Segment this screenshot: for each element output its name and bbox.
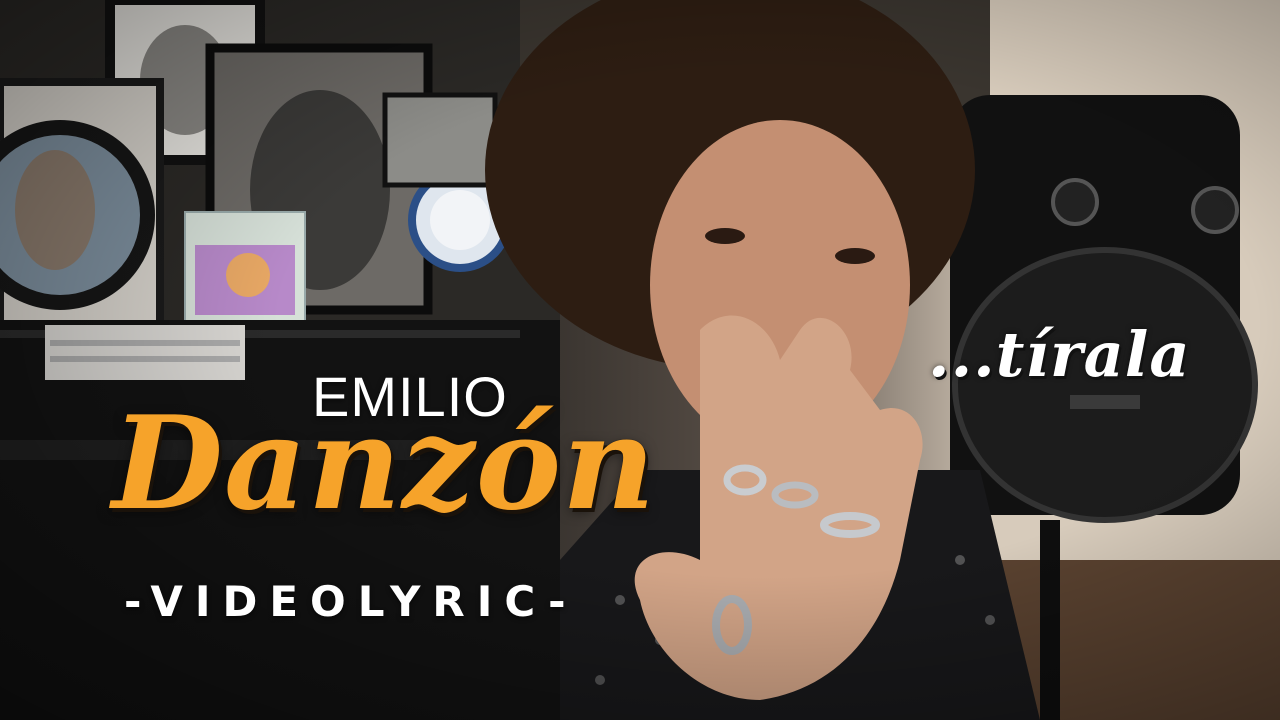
format-label: -VIDEOLYRIC- [124,577,578,626]
lyric-snippet: ...tírala [928,318,1191,391]
book-stack [45,325,245,380]
video-frame: EMILIO Danzón -VIDEOLYRIC- ...tírala [0,0,1280,720]
framed-photo-small [382,92,498,188]
song-title: Danzón [112,389,657,539]
